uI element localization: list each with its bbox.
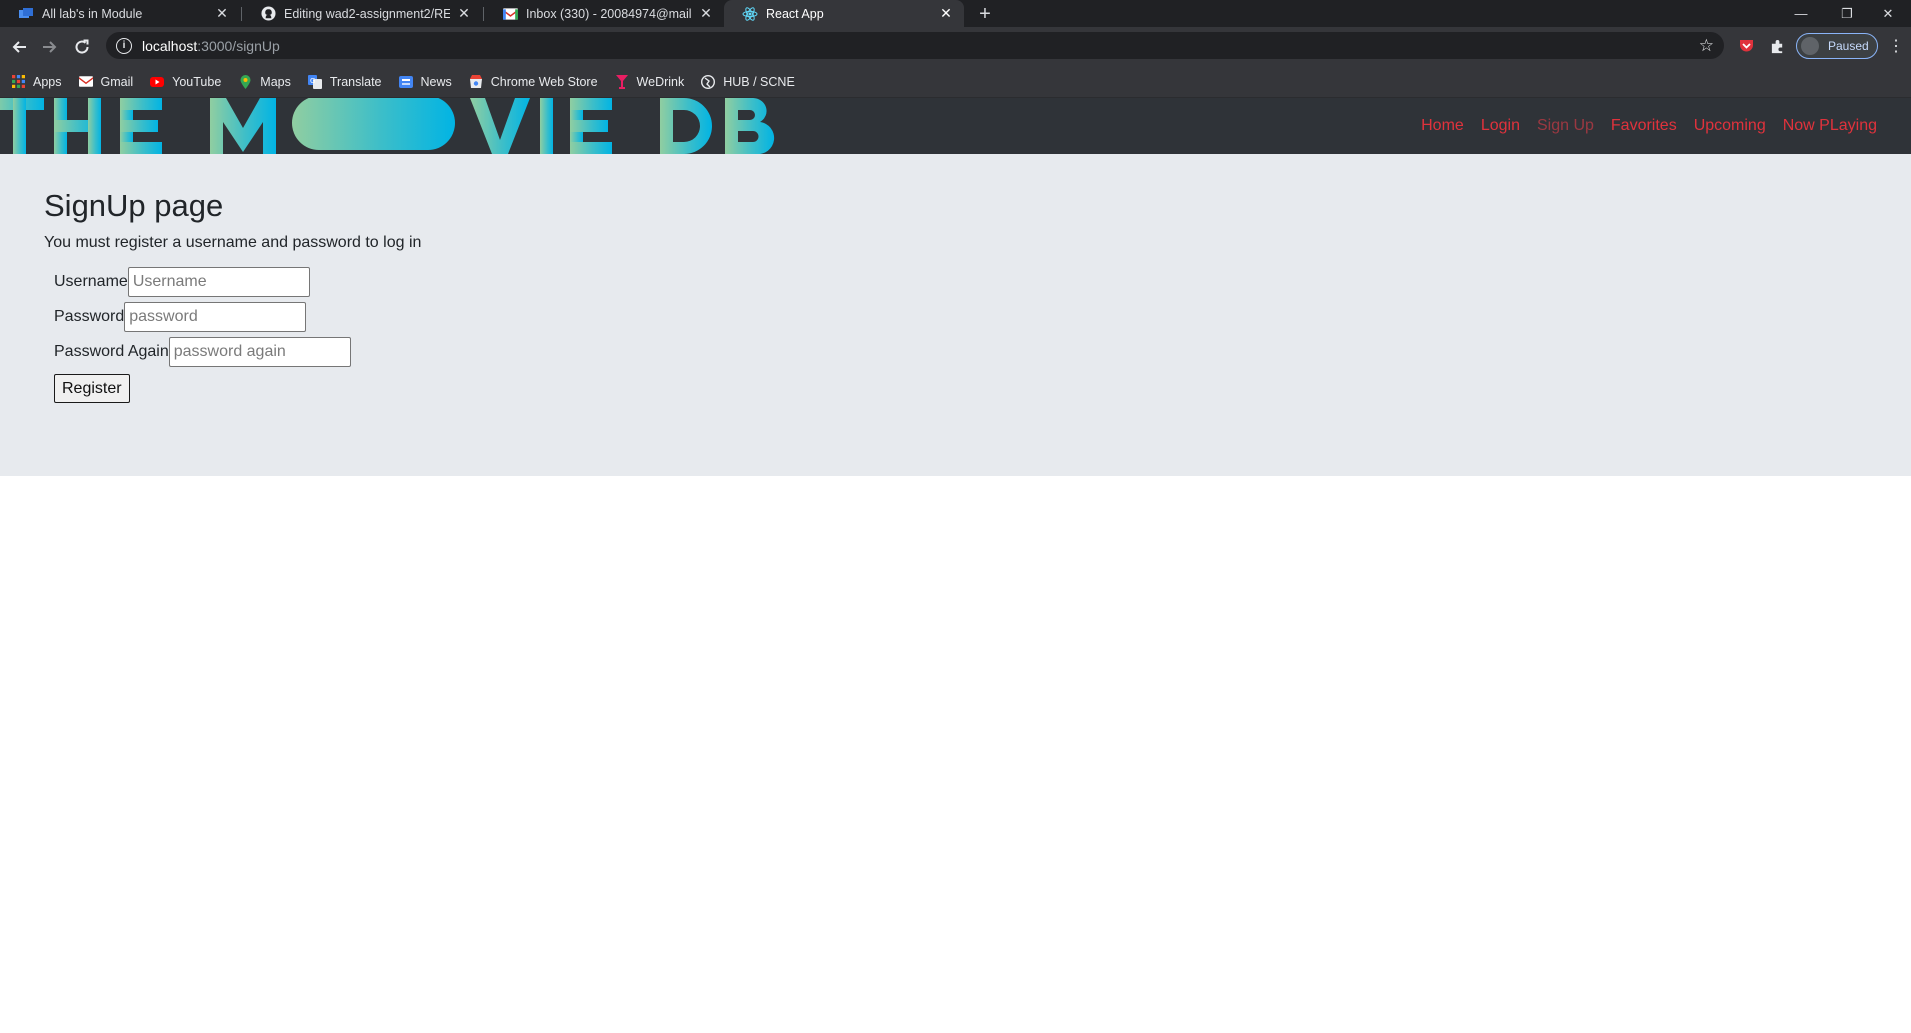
bookmark-news[interactable]: News	[398, 74, 452, 89]
bookmark-hub-scne[interactable]: HUB / SCNE	[701, 75, 795, 89]
page-title: SignUp page	[44, 188, 224, 223]
minimize-button[interactable]: —	[1778, 0, 1824, 27]
pocket-icon[interactable]	[1734, 34, 1758, 58]
browser-toolbar: i localhost:3000/signUp ☆ Paused ⋮	[0, 27, 1911, 66]
new-tab-button[interactable]: +	[973, 2, 997, 26]
close-icon[interactable]: ✕	[698, 5, 714, 22]
browser-tab-active[interactable]: React App ✕	[724, 0, 964, 27]
username-input[interactable]	[127, 267, 310, 297]
password-again-row: Password Again	[54, 337, 351, 367]
bookmark-label: Gmail	[100, 74, 134, 89]
password-again-input[interactable]	[168, 337, 351, 367]
page-subtitle: You must register a username and passwor…	[44, 234, 422, 251]
bookmark-youtube[interactable]: YouTube	[150, 75, 221, 89]
site-header: Home Login Sign Up Favorites Upcoming No…	[0, 98, 1911, 154]
password-input[interactable]	[124, 302, 307, 332]
bookmark-label: YouTube	[172, 74, 222, 89]
github-icon	[260, 6, 276, 22]
nav-link-favorites[interactable]: Favorites	[1611, 117, 1677, 135]
bookmark-label: Maps	[260, 74, 291, 89]
nav-link-sign-up[interactable]: Sign Up	[1537, 117, 1594, 135]
apps-grid-icon	[11, 75, 25, 89]
tab-title: React App	[766, 6, 824, 21]
forward-button[interactable]	[36, 33, 64, 61]
browser-tab[interactable]: All lab's in Module ✕	[0, 0, 240, 27]
reload-button[interactable]	[68, 33, 96, 61]
menu-kebab-icon[interactable]: ⋮	[1886, 34, 1906, 58]
maps-icon	[238, 74, 252, 89]
web-store-icon	[469, 75, 483, 89]
bookmark-star-icon[interactable]: ☆	[1699, 36, 1714, 56]
moodle-icon	[18, 6, 34, 22]
bookmark-label: Translate	[329, 74, 382, 89]
back-button[interactable]	[5, 33, 33, 61]
bookmark-chrome-web-store[interactable]: Chrome Web Store	[469, 75, 598, 89]
bookmark-maps[interactable]: Maps	[238, 74, 291, 89]
nav-link-upcoming[interactable]: Upcoming	[1694, 117, 1766, 135]
nav-link-login[interactable]: Login	[1481, 117, 1520, 135]
profile-button[interactable]: Paused	[1796, 33, 1878, 59]
bookmark-translate[interactable]: G Translate	[307, 74, 382, 89]
restore-button[interactable]: ❐	[1824, 0, 1870, 27]
username-label: Username	[54, 273, 128, 290]
browser-tab-strip: All lab's in Module ✕ Editing wad2-assig…	[0, 0, 1911, 27]
bookmark-apps[interactable]: Apps	[11, 75, 62, 89]
svg-text:G: G	[310, 77, 315, 85]
back-arrow-icon	[12, 41, 26, 53]
translate-icon: G	[307, 74, 322, 89]
tmdb-logo[interactable]	[0, 98, 775, 154]
gmail-icon	[502, 6, 518, 22]
news-icon	[398, 75, 413, 89]
bookmark-label: HUB / SCNE	[723, 74, 795, 89]
nav-link-home[interactable]: Home	[1421, 117, 1464, 135]
tab-title: All lab's in Module	[42, 6, 143, 21]
bookmark-label: News	[420, 74, 452, 89]
profile-status-label: Paused	[1828, 39, 1869, 53]
gmail-icon	[78, 75, 93, 89]
bookmark-label: WeDrink	[636, 74, 685, 89]
extensions-puzzle-icon[interactable]	[1765, 34, 1789, 58]
close-icon[interactable]: ✕	[456, 5, 472, 22]
url-host: localhost	[142, 37, 198, 54]
bookmark-label: Chrome Web Store	[490, 74, 598, 89]
address-bar[interactable]: i localhost:3000/signUp ☆	[106, 32, 1724, 59]
bookmark-gmail[interactable]: Gmail	[78, 74, 134, 89]
youtube-icon	[150, 75, 165, 89]
username-row: Username	[54, 267, 310, 297]
globe-icon	[701, 74, 716, 89]
password-again-label: Password Again	[54, 343, 169, 360]
bookmarks-bar: Apps Gmail YouTube Maps G Translate News	[0, 66, 1911, 98]
wedrink-icon	[615, 74, 629, 89]
browser-tab[interactable]: Editing wad2-assignment2/READ ✕	[242, 0, 482, 27]
close-icon[interactable]: ✕	[938, 5, 954, 22]
tab-title: Editing wad2-assignment2/READ	[284, 6, 450, 21]
forward-arrow-icon	[43, 41, 57, 53]
browser-tab[interactable]: Inbox (330) - 20084974@mail.wi ✕	[484, 0, 724, 27]
signup-panel: SignUp page You must register a username…	[0, 154, 1911, 476]
password-label: Password	[54, 308, 125, 325]
password-row: Password	[54, 302, 307, 332]
nav-link-now-playing[interactable]: Now PLaying	[1783, 117, 1877, 135]
reload-icon	[75, 39, 89, 54]
register-button[interactable]: Register	[54, 374, 130, 403]
avatar	[1801, 37, 1819, 55]
react-icon	[742, 6, 758, 22]
site-info-icon[interactable]: i	[116, 37, 132, 54]
bookmark-label: Apps	[33, 74, 62, 89]
url-path: :3000/signUp	[197, 37, 280, 54]
site-nav: Home Login Sign Up Favorites Upcoming No…	[1404, 98, 1877, 154]
tab-title: Inbox (330) - 20084974@mail.wi	[526, 6, 692, 21]
bookmark-wedrink[interactable]: WeDrink	[615, 74, 685, 89]
close-window-button[interactable]: ✕	[1865, 0, 1911, 27]
close-icon[interactable]: ✕	[214, 5, 230, 22]
